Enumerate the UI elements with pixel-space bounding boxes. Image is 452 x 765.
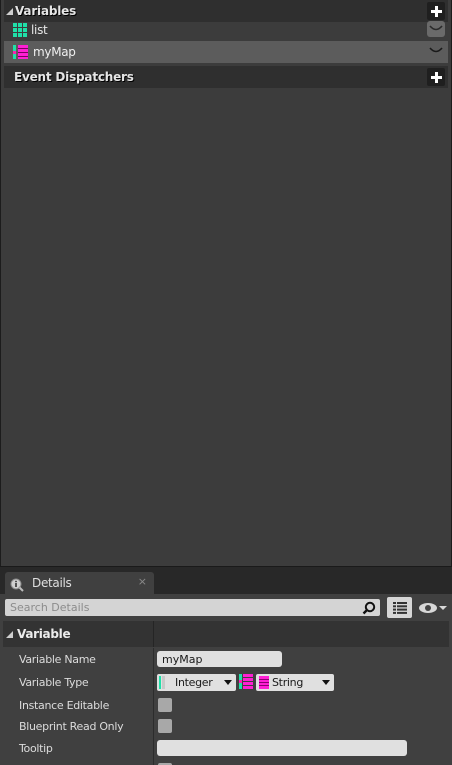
property-label: Instance Editable (19, 699, 110, 712)
eye-icon (419, 603, 437, 613)
property-label: Variable Type (19, 676, 89, 689)
chevron-down-icon (439, 606, 447, 610)
property-matrix-button[interactable] (387, 597, 412, 618)
variable-name-label: myMap (33, 45, 76, 59)
event-dispatchers-section-header[interactable]: Event Dispatchers (4, 66, 448, 88)
chevron-down-icon (224, 680, 232, 685)
search-details-input[interactable] (5, 599, 355, 616)
property-row-blueprint-read-only: Blueprint Read Only (3, 715, 449, 738)
info-icon (10, 577, 24, 592)
variables-section-title: Variables (15, 4, 77, 18)
variable-name-field[interactable] (157, 651, 282, 667)
close-tab-icon[interactable]: × (138, 575, 147, 588)
collapse-arrow-icon[interactable] (6, 7, 13, 15)
eye-closed-icon (429, 25, 443, 31)
property-label: Variable Name (19, 653, 96, 666)
view-options-button[interactable] (418, 601, 450, 615)
add-event-dispatcher-button[interactable] (427, 68, 445, 86)
variable-item-mymap[interactable]: myMap (4, 41, 448, 63)
key-type-dropdown[interactable]: Integer (157, 674, 236, 691)
chevron-down-icon (322, 680, 330, 685)
value-type-dropdown[interactable]: String (256, 674, 334, 691)
details-body: Variable Variable Name Variable Type Int… (0, 594, 452, 765)
search-details-box (5, 599, 380, 616)
container-type-map-icon[interactable] (239, 674, 253, 691)
my-blueprint-panel: Variables list myMap Event Dispatchers (0, 0, 452, 566)
property-row-variable-type: Variable Type Integer String (3, 671, 449, 694)
string-pin-icon (259, 676, 269, 689)
property-row-next (3, 760, 449, 765)
editor-root: Variables list myMap Event Dispatchers D… (0, 0, 452, 765)
category-title: Variable (17, 627, 71, 641)
map-icon (13, 45, 29, 59)
tab-details[interactable]: Details × (5, 572, 154, 594)
add-variable-button[interactable] (427, 2, 445, 20)
property-row-variable-name: Variable Name (3, 648, 449, 671)
single-pin-icon (159, 676, 165, 689)
property-label: Tooltip (19, 742, 53, 755)
property-row-tooltip: Tooltip (3, 737, 449, 760)
variable-name-label: list (31, 23, 48, 37)
eye-closed-icon (429, 47, 443, 53)
property-label: Blueprint Read Only (19, 720, 124, 733)
search-icon[interactable] (362, 600, 376, 615)
details-tab-bar: Details × (0, 566, 452, 595)
blueprint-read-only-checkbox[interactable] (158, 719, 172, 733)
key-type-label: Integer (175, 676, 213, 689)
visibility-eye-button[interactable] (427, 21, 445, 37)
tooltip-field[interactable] (157, 740, 407, 756)
visibility-eye-button[interactable] (427, 43, 445, 59)
array-grid-icon (13, 23, 27, 37)
instance-editable-checkbox[interactable] (158, 698, 172, 712)
variable-item-list[interactable]: list (4, 19, 448, 41)
value-type-label: String (272, 676, 304, 689)
list-view-icon (392, 601, 407, 614)
details-panel: Details × Search Details Variable Variab… (0, 566, 452, 765)
collapse-arrow-icon[interactable] (6, 630, 13, 638)
event-dispatchers-section-title: Event Dispatchers (14, 70, 134, 84)
category-variable-header[interactable]: Variable (3, 621, 449, 647)
tab-title: Details (32, 576, 72, 590)
property-row-instance-editable: Instance Editable (3, 694, 449, 717)
